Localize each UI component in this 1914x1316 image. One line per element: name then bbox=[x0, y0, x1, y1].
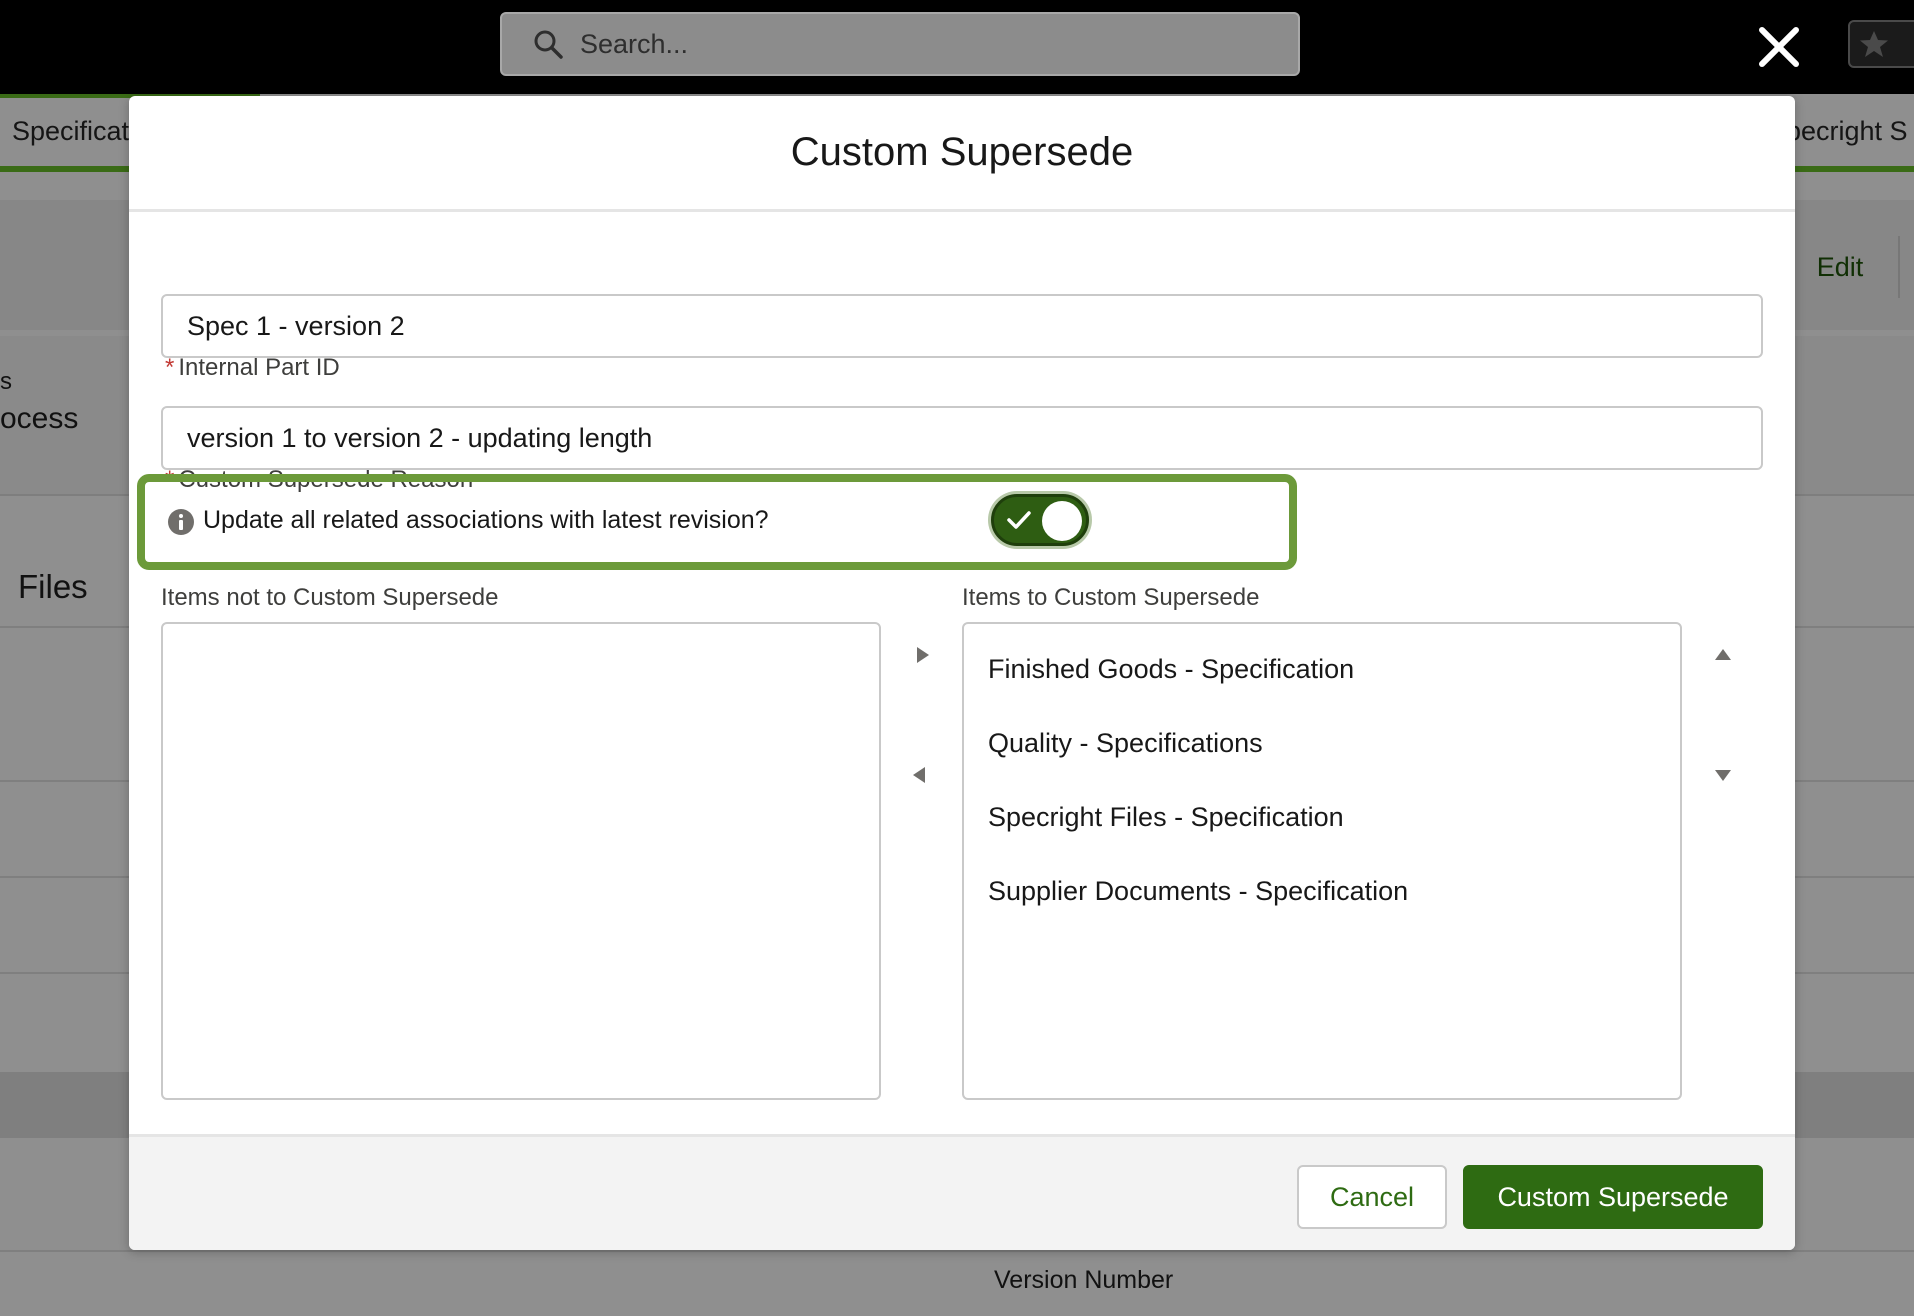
triangle-right-icon bbox=[917, 647, 929, 663]
modal-footer: Cancel Custom Supersede bbox=[129, 1134, 1795, 1250]
background-side-label: s bbox=[0, 368, 12, 395]
toggle-knob bbox=[1042, 501, 1082, 541]
internal-part-id-input[interactable]: Spec 1 - version 2 bbox=[161, 294, 1763, 358]
search-placeholder: Search... bbox=[580, 28, 689, 59]
background-divider bbox=[0, 1250, 1914, 1252]
star-icon bbox=[1860, 31, 1888, 57]
move-down-button[interactable] bbox=[1708, 760, 1738, 790]
search-icon bbox=[534, 30, 563, 59]
modal-header: Custom Supersede bbox=[129, 96, 1795, 212]
triangle-left-icon bbox=[913, 767, 925, 783]
triangle-down-icon bbox=[1715, 770, 1731, 781]
background-tab-left: Specificat bbox=[12, 116, 130, 146]
triangle-up-icon bbox=[1715, 649, 1731, 660]
background-tab-right: pecright S bbox=[1786, 116, 1908, 146]
list-item[interactable]: Finished Goods - Specification bbox=[988, 654, 1354, 685]
custom-supersede-button[interactable]: Custom Supersede bbox=[1463, 1165, 1763, 1229]
list-item[interactable]: Specright Files - Specification bbox=[988, 802, 1344, 833]
background-version-number-label: Version Number bbox=[994, 1266, 1174, 1294]
available-items-listbox[interactable] bbox=[161, 622, 881, 1100]
move-to-selected-button[interactable] bbox=[907, 640, 937, 670]
internal-part-id-label: * Internal Part ID bbox=[165, 354, 340, 381]
global-search-input[interactable]: Search... bbox=[500, 12, 1300, 76]
update-associations-row: Update all related associations with lat… bbox=[137, 474, 1297, 570]
list-item[interactable]: Quality - Specifications bbox=[988, 728, 1263, 759]
favorites-button[interactable] bbox=[1848, 20, 1914, 68]
check-icon bbox=[1007, 511, 1031, 529]
global-header: Search... bbox=[0, 0, 1914, 94]
list-item[interactable]: Supplier Documents - Specification bbox=[988, 876, 1408, 907]
close-icon[interactable] bbox=[1756, 24, 1802, 70]
move-up-button[interactable] bbox=[1708, 640, 1738, 670]
selected-items-listbox[interactable]: Finished Goods - Specification Quality -… bbox=[962, 622, 1682, 1100]
update-associations-toggle[interactable] bbox=[991, 494, 1089, 546]
internal-part-id-value: Spec 1 - version 2 bbox=[187, 310, 405, 341]
available-list-label: Items not to Custom Supersede bbox=[161, 584, 499, 611]
cancel-button[interactable]: Cancel bbox=[1297, 1165, 1447, 1229]
background-side-label-process: ocess bbox=[0, 402, 79, 435]
selected-list-label: Items to Custom Supersede bbox=[962, 584, 1260, 611]
supersede-reason-value: version 1 to version 2 - updating length bbox=[187, 422, 653, 453]
update-associations-label: Update all related associations with lat… bbox=[203, 506, 769, 534]
move-to-available-button[interactable] bbox=[905, 760, 935, 790]
info-icon bbox=[168, 509, 194, 535]
supersede-reason-input[interactable]: version 1 to version 2 - updating length bbox=[161, 406, 1763, 470]
modal-title: Custom Supersede bbox=[790, 130, 1134, 174]
background-edit-button: Edit bbox=[1780, 236, 1900, 298]
custom-supersede-modal: Custom Supersede * Internal Part ID Spec … bbox=[129, 96, 1795, 1250]
required-indicator: * bbox=[165, 354, 175, 381]
background-files-heading: Files bbox=[18, 568, 88, 605]
